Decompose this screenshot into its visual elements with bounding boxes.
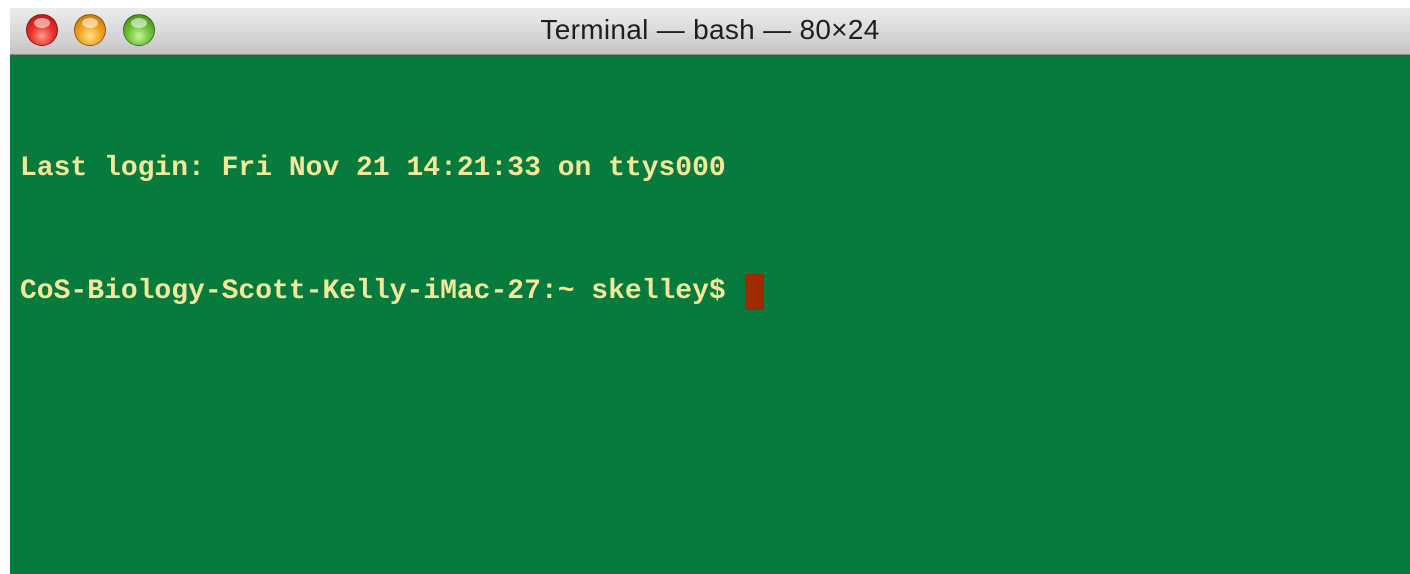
text-cursor [744,274,764,310]
terminal-content[interactable]: Last login: Fri Nov 21 14:21:33 on ttys0… [10,56,1410,574]
terminal-line-last-login: Last login: Fri Nov 21 14:21:33 on ttys0… [20,153,726,184]
title-bar[interactable]: Terminal — bash — 80×24 [10,8,1410,55]
window-title: Terminal — bash — 80×24 [540,14,880,45]
prompt-text: CoS-Biology-Scott-Kelly-iMac-27:~ skelle… [20,276,743,307]
terminal-line-prompt: CoS-Biology-Scott-Kelly-iMac-27:~ skelle… [20,271,1410,312]
terminal-window: Terminal — bash — 80×24 Last login: Fri … [10,8,1410,574]
